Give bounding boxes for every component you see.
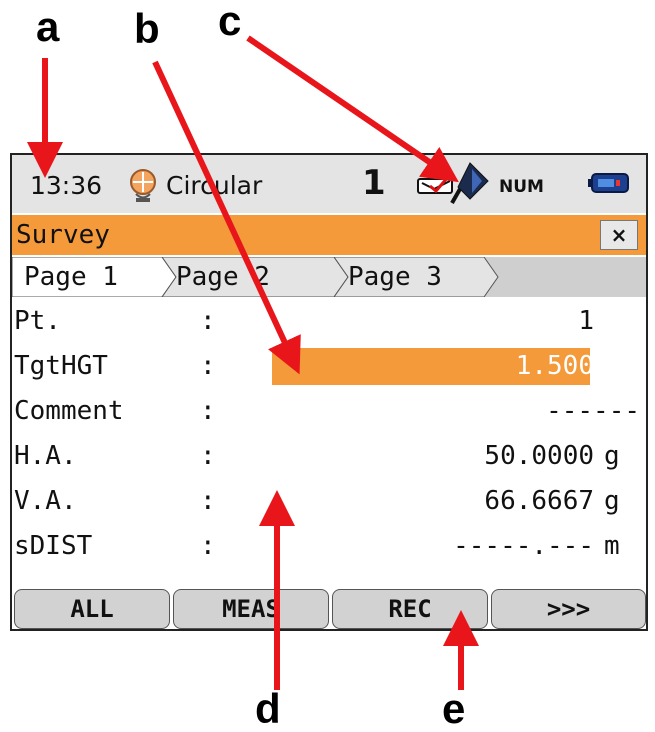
callout-arrows [27, 35, 479, 690]
arrow-c [246, 35, 459, 183]
arrow-b [152, 60, 301, 375]
